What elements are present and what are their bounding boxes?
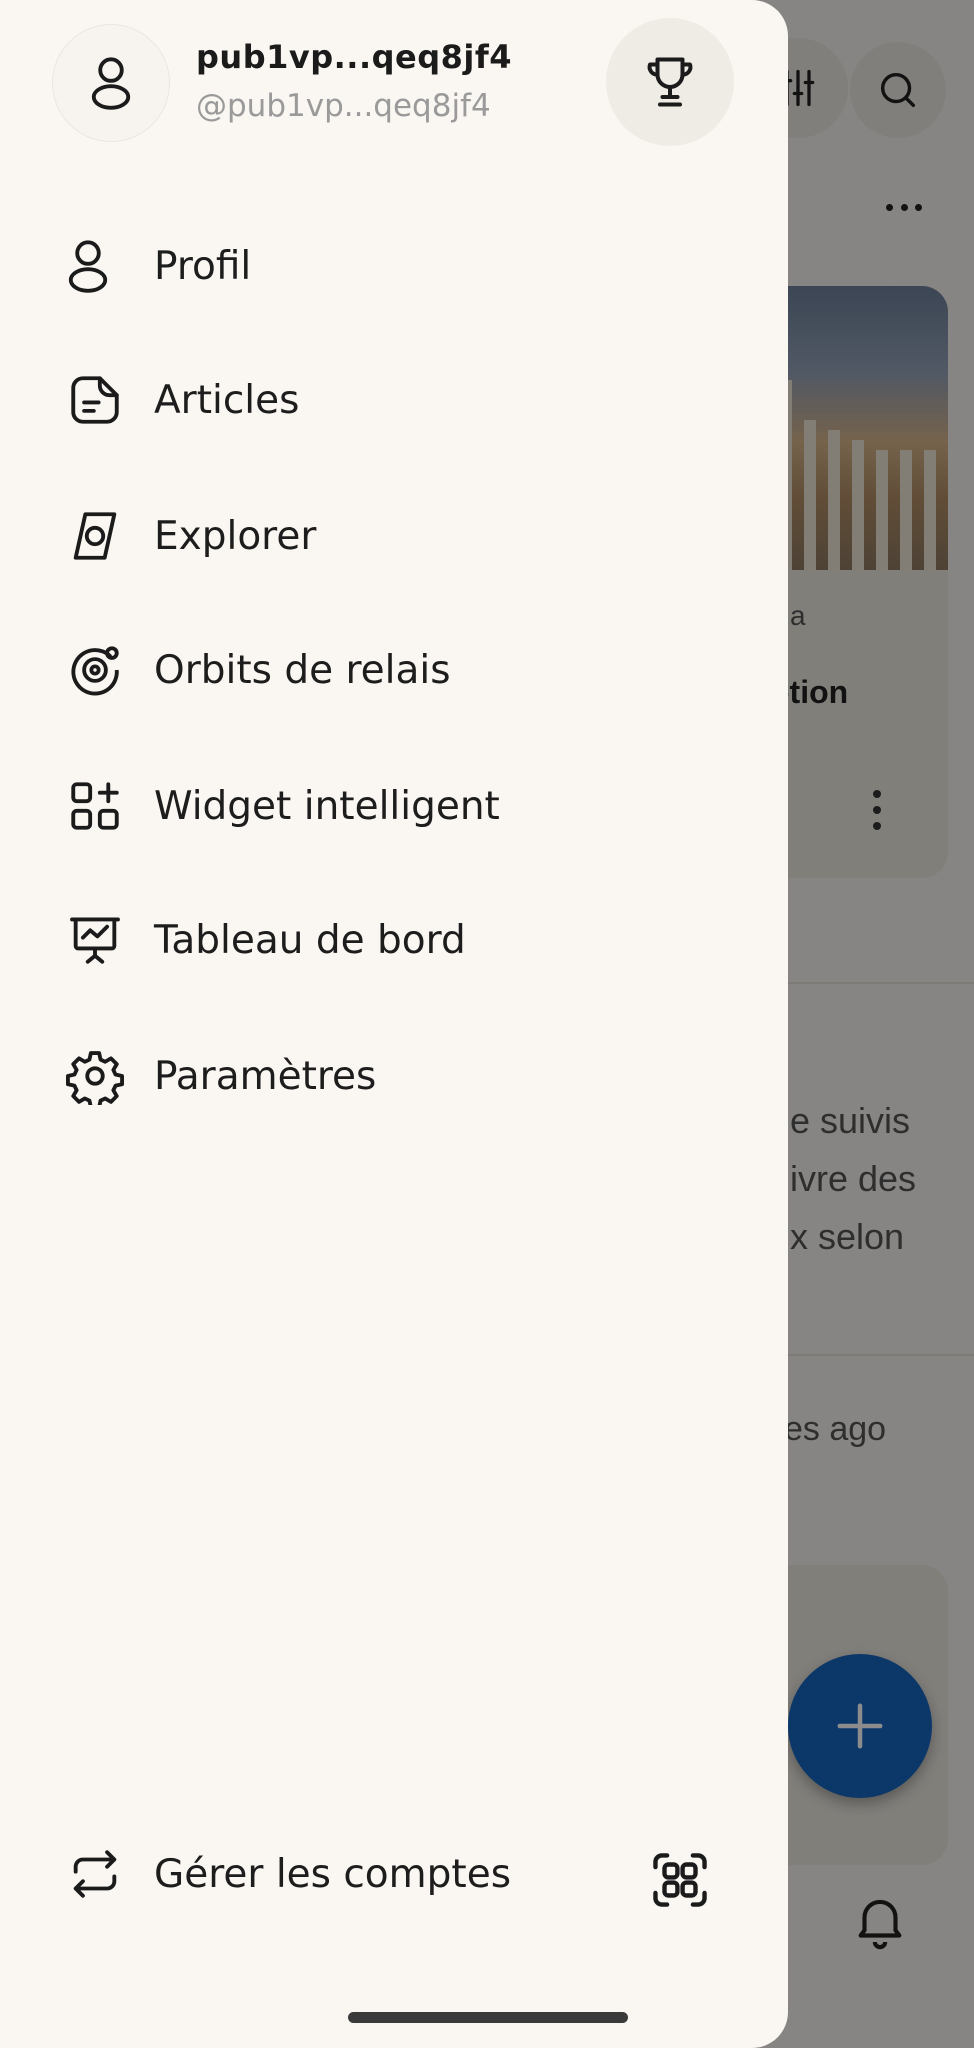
- trophy-icon: [640, 52, 700, 112]
- menu-item-label: Explorer: [154, 513, 317, 559]
- menu-item-dashboard[interactable]: Tableau de bord: [48, 890, 748, 990]
- menu-item-label: Orbits de relais: [154, 647, 451, 693]
- menu-item-label: Profil: [154, 243, 252, 289]
- article-icon: [48, 350, 144, 450]
- switch-accounts-icon: [48, 1845, 144, 1903]
- gear-icon: [48, 1026, 144, 1126]
- qr-code-icon: [649, 1849, 711, 1911]
- qr-code-button[interactable]: [638, 1838, 722, 1922]
- avatar[interactable]: [52, 24, 170, 142]
- menu-item-settings[interactable]: Paramètres: [48, 1026, 748, 1126]
- user-icon: [89, 55, 133, 111]
- manage-accounts-button[interactable]: Gérer les comptes: [48, 1824, 568, 1924]
- menu-item-label: Widget intelligent: [154, 783, 500, 829]
- compass-icon: [48, 486, 144, 586]
- account-display-name[interactable]: pub1vp...qeq8jf4: [196, 38, 512, 76]
- user-icon: [48, 216, 144, 316]
- widget-grid-icon: [48, 756, 144, 856]
- menu-item-label: Paramètres: [154, 1053, 377, 1099]
- menu-item-label: Tableau de bord: [154, 917, 466, 963]
- menu-item-smart-widget[interactable]: Widget intelligent: [48, 756, 748, 856]
- menu-item-profile[interactable]: Profil: [48, 216, 748, 316]
- menu-item-articles[interactable]: Articles: [48, 350, 748, 450]
- dashboard-icon: [48, 890, 144, 990]
- home-indicator[interactable]: [348, 2012, 628, 2023]
- achievements-button[interactable]: [606, 18, 734, 146]
- menu-item-label: Articles: [154, 377, 300, 423]
- menu-item-relay-orbits[interactable]: Orbits de relais: [48, 620, 748, 720]
- manage-accounts-label: Gérer les comptes: [154, 1851, 512, 1897]
- navigation-drawer: pub1vp...qeq8jf4 @pub1vp...qeq8jf4 Profi…: [0, 0, 788, 2048]
- orbit-icon: [48, 620, 144, 720]
- menu-item-explorer[interactable]: Explorer: [48, 486, 748, 586]
- account-handle: @pub1vp...qeq8jf4: [196, 88, 491, 124]
